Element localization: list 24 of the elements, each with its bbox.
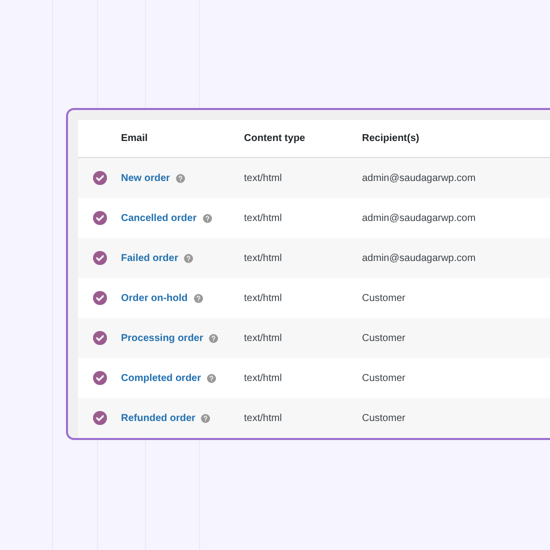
recipient-text: admin@saudagarwp.com	[362, 212, 476, 224]
email-link[interactable]: Processing order	[121, 332, 204, 344]
column-header: Email	[121, 133, 148, 144]
content-type-text: text/html	[244, 172, 282, 184]
content-type-text: text/html	[244, 252, 282, 264]
email-link[interactable]: New order	[121, 172, 170, 184]
content-type-text: text/html	[244, 412, 282, 424]
recipient-text: Customer	[362, 372, 406, 384]
recipient-text: admin@saudagarwp.com	[362, 172, 476, 184]
recipient-text: Customer	[362, 412, 406, 424]
email-link[interactable]: Completed order	[121, 372, 202, 384]
content-type-text: text/html	[244, 292, 282, 304]
recipient-text: admin@saudagarwp.com	[362, 252, 476, 264]
email-link[interactable]: Cancelled order	[121, 212, 197, 224]
content-type-text: text/html	[244, 212, 282, 224]
email-link[interactable]: Failed order	[121, 252, 178, 264]
recipient-text: Customer	[362, 332, 406, 344]
content-type-text: text/html	[244, 332, 282, 344]
recipient-text: Customer	[362, 292, 406, 304]
email-link[interactable]: Refunded order	[121, 412, 196, 424]
content-type-text: text/html	[244, 372, 282, 384]
column-header: Content type	[244, 133, 306, 144]
email-link[interactable]: Order on-hold	[121, 292, 188, 304]
column-header: Recipient(s)	[362, 133, 420, 144]
